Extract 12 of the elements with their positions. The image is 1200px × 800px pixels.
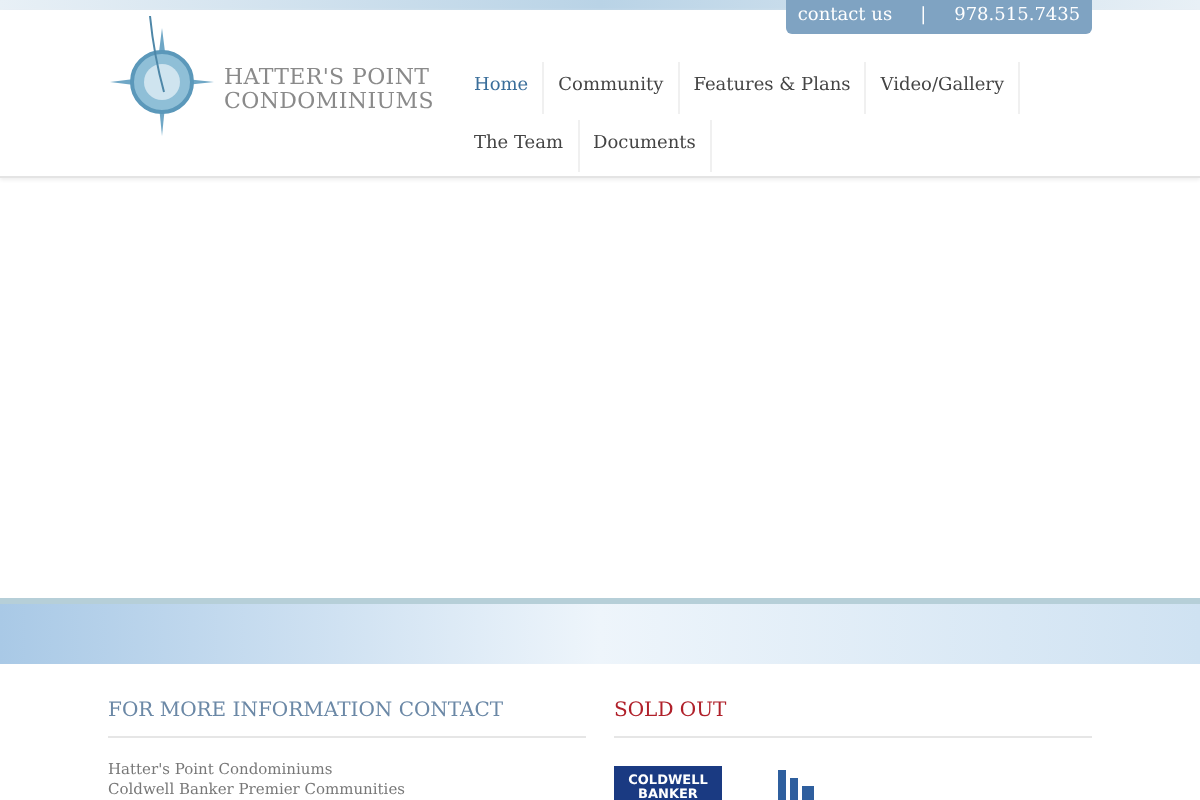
brand-subtitle: CONDOMINIUMS <box>224 90 436 114</box>
section-heading: SOLD OUT <box>614 696 1092 738</box>
nav-link[interactable]: Features & Plans <box>679 62 867 114</box>
separator: | <box>920 3 927 30</box>
nav-link[interactable]: Documents <box>579 119 712 171</box>
section-heading: FOR MORE INFORMATION CONTACT <box>108 696 586 738</box>
nav-link[interactable]: The Team <box>460 119 580 171</box>
phone-number: 978.515.7435 <box>954 3 1081 30</box>
nav-link[interactable]: Community <box>544 62 680 114</box>
nav-link[interactable]: Video/Gallery <box>866 62 1021 114</box>
nav-link[interactable]: Home <box>460 62 545 114</box>
brand-name: HATTER'S POINT <box>224 66 432 90</box>
